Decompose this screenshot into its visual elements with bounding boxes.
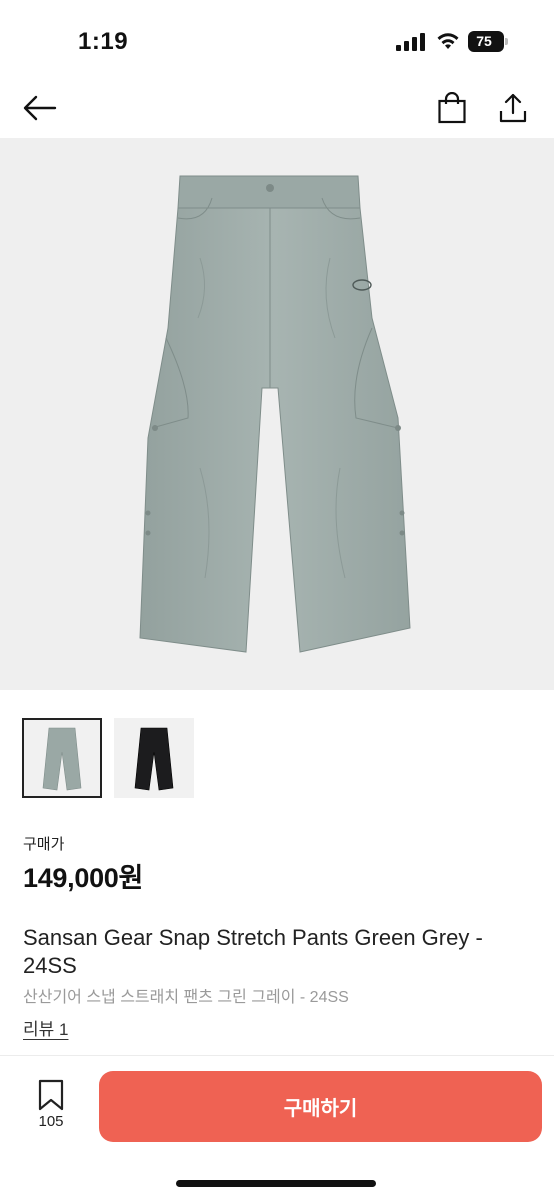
battery-indicator: 75 xyxy=(468,31,510,52)
wifi-icon xyxy=(437,33,459,49)
product-main-image[interactable] xyxy=(0,138,554,690)
bookmark-count: 105 xyxy=(38,1113,64,1130)
thumbnail-black[interactable] xyxy=(114,718,194,798)
share-button[interactable] xyxy=(493,88,533,128)
price-label: 구매가 xyxy=(23,836,65,853)
buy-button[interactable]: 구매하기 xyxy=(99,1071,542,1142)
thumbnail-pants-black-image xyxy=(134,727,174,791)
product-title: Sansan Gear Snap Stretch Pants Green Gre… xyxy=(23,925,483,978)
home-indicator[interactable] xyxy=(176,1180,376,1187)
pants-image xyxy=(139,175,411,653)
status-bar: 1:19 75 xyxy=(0,0,554,76)
battery-level: 75 xyxy=(476,33,492,49)
arrow-left-icon xyxy=(23,95,57,121)
thumbnail-pants-green-grey-image xyxy=(42,727,82,791)
divider xyxy=(0,1055,554,1056)
thumbnail-green-grey[interactable] xyxy=(22,718,102,798)
review-link[interactable]: 리뷰 1 xyxy=(23,1015,68,1040)
top-nav-bar xyxy=(0,76,554,138)
price-value: 149,000원 xyxy=(23,863,144,893)
shopping-bag-button[interactable] xyxy=(432,88,472,128)
share-icon xyxy=(499,93,527,123)
status-time: 1:19 xyxy=(78,28,129,55)
shopping-bag-icon xyxy=(438,92,466,124)
product-subtitle: 산산기어 스냅 스트래치 팬츠 그린 그레이 - 24SS xyxy=(23,989,349,1006)
thumbnail-strip xyxy=(22,718,194,798)
back-button[interactable] xyxy=(20,88,60,128)
bookmark-button[interactable]: 105 xyxy=(28,1078,74,1134)
bookmark-icon xyxy=(38,1079,64,1111)
cellular-signal-icon xyxy=(396,33,425,51)
